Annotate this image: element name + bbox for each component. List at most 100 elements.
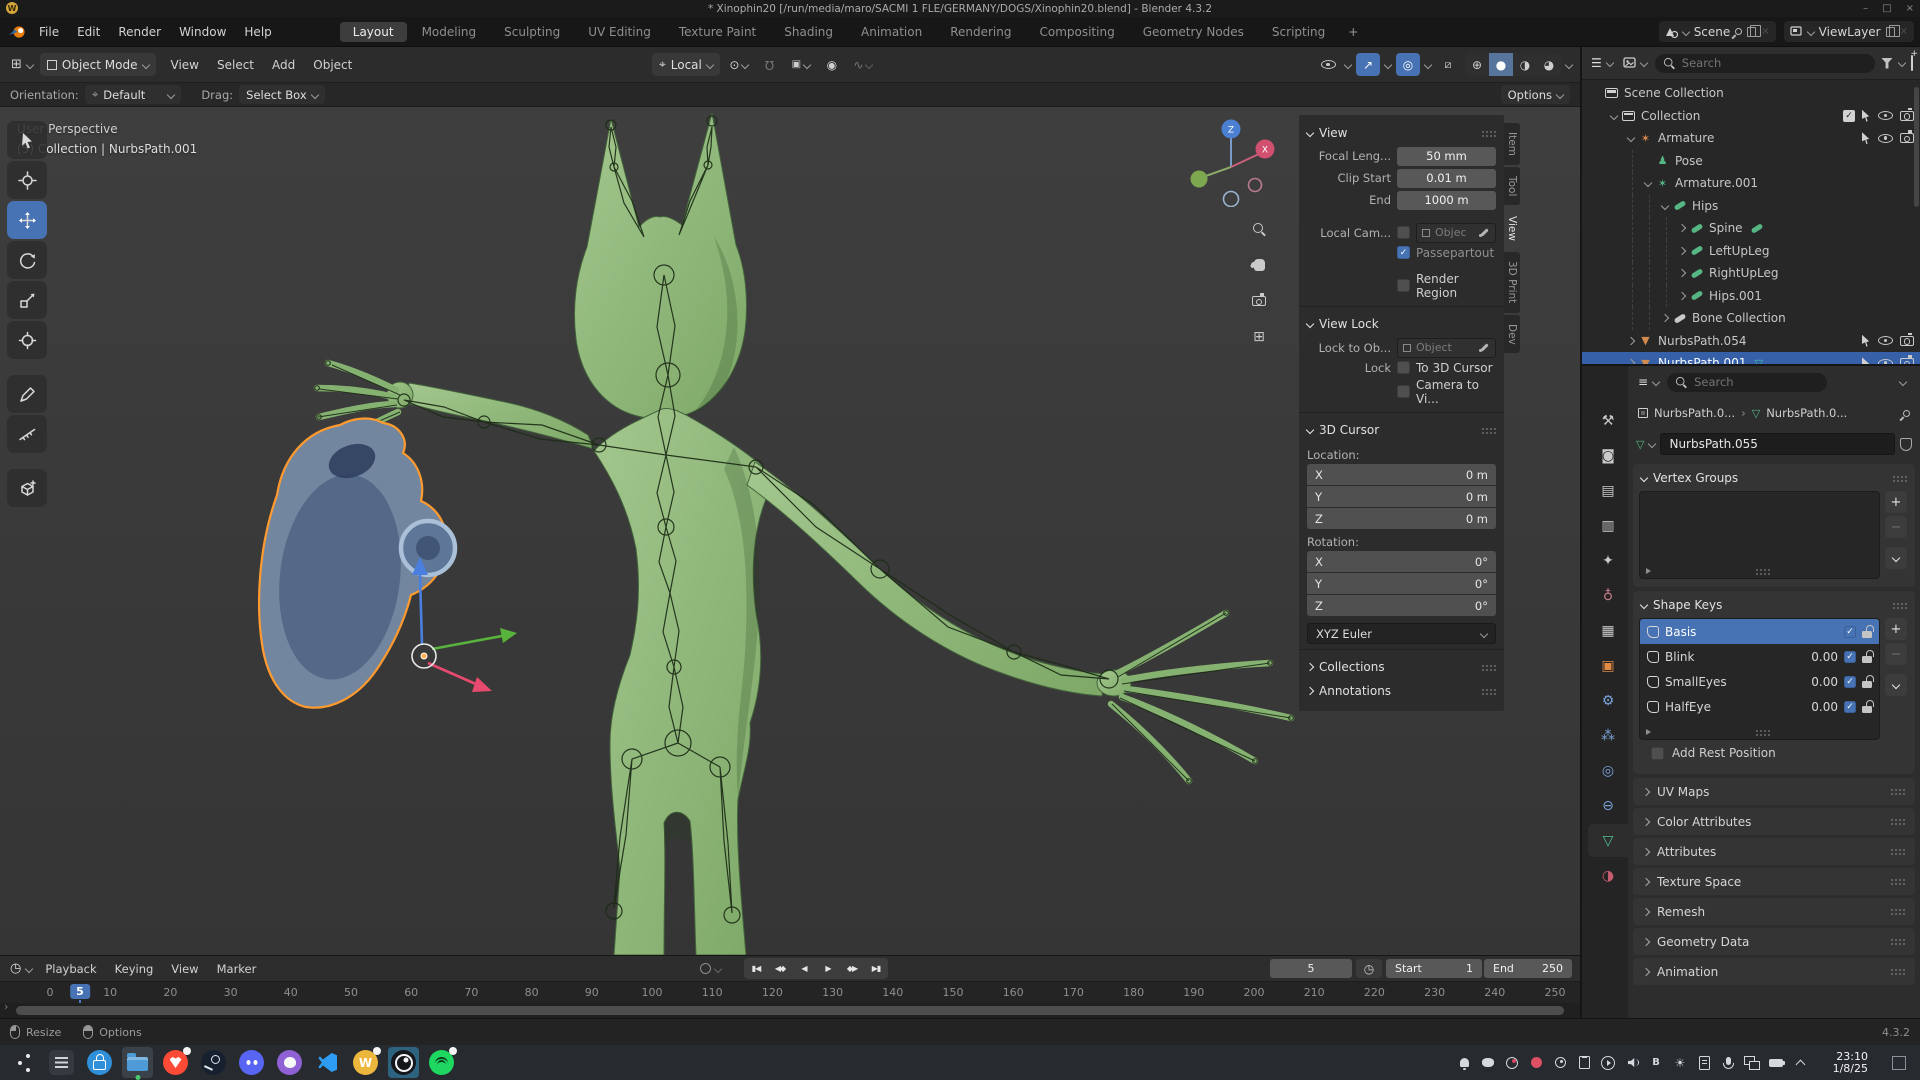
sidebar-tab-dev[interactable]: Dev [1504,315,1520,354]
shape-key-basis[interactable]: Basis [1640,619,1879,644]
timeline-menu-playback[interactable]: Playback [36,956,105,981]
tool-move-button[interactable] [7,201,47,239]
annotations-panel-header[interactable]: Annotations [1299,679,1504,703]
minimize-button[interactable]: – [1863,3,1868,14]
outliner-row-leftupleg[interactable]: LeftUpLeg [1582,240,1920,263]
lock-open-icon[interactable] [1862,706,1872,713]
eye-toggle[interactable] [1878,335,1893,346]
timeline-scrollbar[interactable] [0,1003,1580,1019]
expander-icon[interactable] [1675,270,1689,276]
show-desktop-button[interactable] [1892,1056,1906,1070]
timeline-editor-selector[interactable]: ◷ [6,957,36,980]
eyedropper-icon[interactable] [1479,227,1490,238]
properties-tab-render[interactable]: ◙ [1588,439,1628,472]
tray-notifications-icon[interactable] [1456,1055,1472,1071]
tool-cursor-button[interactable] [7,161,47,199]
workspace-tab-uv-editing[interactable]: UV Editing [575,22,664,42]
cursor-toggle[interactable] [1862,357,1871,364]
pivot-point-selector[interactable]: ⊙ [727,53,751,76]
menu-edit[interactable]: Edit [68,17,109,46]
tool-measure-button[interactable] [7,415,47,453]
list-resize-grip[interactable] [1755,568,1770,575]
cursor-location-z[interactable]: Z0 m [1307,508,1496,529]
menu-window[interactable]: Window [170,17,235,46]
taskbar-app-app-launcher[interactable] [8,1047,39,1078]
panel-grip[interactable] [1481,427,1496,434]
timeline-menu-keying[interactable]: Keying [106,956,163,981]
3d-cursor-panel-header[interactable]: 3D Cursor [1299,418,1504,442]
list-resize-grip[interactable] [1755,729,1770,736]
jump-to-next-keyframe-button[interactable]: ◆▶ [840,958,864,979]
tray-discord-tray-icon[interactable] [1480,1055,1496,1071]
data-name-field[interactable]: NurbsPath.055 [1660,433,1895,455]
outliner-row-bone-collection[interactable]: Bone Collection [1582,307,1920,330]
outliner-row-hips[interactable]: Hips [1582,195,1920,218]
shape-key-enable-checkbox[interactable] [1844,651,1856,663]
properties-tab-material[interactable]: ◑ [1588,859,1628,892]
stopwatch-icon[interactable]: ◷ [1356,959,1382,978]
taskbar-clock[interactable]: 23:10 1/8/25 [1833,1051,1868,1075]
taskbar-app-software-store[interactable] [84,1047,115,1078]
pan-hand-icon[interactable] [1247,253,1271,277]
current-frame-badge[interactable]: 5 [70,984,90,999]
outliner-row-pose[interactable]: ♟Pose [1582,150,1920,173]
view-layer-selector[interactable]: ViewLayer × [1784,21,1914,42]
outliner-row-armature[interactable]: ✶Armature [1582,127,1920,150]
current-frame-field[interactable]: 5 [1270,959,1352,978]
shape-key-enable-checkbox[interactable] [1844,701,1856,713]
properties-tab-constraints[interactable]: ⊖ [1588,789,1628,822]
workspace-tab-shading[interactable]: Shading [771,22,846,42]
overlays-toggle[interactable]: ◎ [1396,53,1420,76]
mode-selector[interactable]: Object Mode [40,53,156,76]
expander-icon[interactable] [1624,338,1638,344]
pin-icon[interactable] [1734,27,1744,37]
vertex-group-specials-button[interactable] [1885,547,1907,569]
snap-target-selector[interactable]: ▣ [789,53,813,76]
camera-toggle[interactable] [1900,111,1914,121]
panel-uv-maps[interactable]: UV Maps [1633,778,1915,805]
outliner-row-scene-collection[interactable]: Scene Collection [1582,82,1920,105]
scene-selector[interactable]: Scene × [1659,21,1776,42]
properties-search-input[interactable]: Search [1667,373,1827,392]
vertex-groups-list[interactable] [1639,491,1880,579]
eye-toggle[interactable] [1878,133,1893,144]
view-panel-header[interactable]: View [1299,121,1504,145]
local-camera-object-field[interactable]: Objec [1416,223,1496,243]
tray-volume-icon[interactable] [1624,1055,1640,1071]
remove-view-layer-icon[interactable]: × [1900,26,1908,37]
tool-transform-button[interactable] [7,321,47,359]
filter-dropdown[interactable] [1898,59,1906,67]
taskbar-app-spotify[interactable] [426,1047,457,1078]
view-lock-panel-header[interactable]: View Lock [1299,312,1504,336]
viewport-menu-view[interactable]: View [162,47,208,82]
camera-view-icon[interactable] [1247,289,1271,313]
lock-open-icon[interactable] [1862,631,1872,638]
panel-grip[interactable] [1892,602,1907,609]
clip-start-field[interactable]: 0.01 m [1397,169,1496,188]
expander-icon[interactable] [1675,248,1689,254]
shape-key-enable-checkbox[interactable] [1844,676,1856,688]
panel-grip[interactable] [1890,908,1905,915]
render-region-checkbox[interactable] [1397,279,1410,292]
properties-tab-output[interactable]: ▤ [1588,474,1628,507]
outliner-display-mode[interactable] [1621,52,1649,75]
shape-key-value[interactable]: 0.00 [1804,650,1838,664]
vertex-groups-header[interactable]: Vertex Groups [1639,468,1909,488]
outliner-row-collection[interactable]: Collection [1582,105,1920,128]
outliner-row-spine[interactable]: Spine [1582,217,1920,240]
eye-toggle[interactable] [1878,110,1893,121]
properties-tab-scene[interactable]: ✦ [1588,544,1628,577]
add-rest-position-checkbox[interactable] [1651,747,1664,760]
taskbar-app-file-manager[interactable] [122,1047,153,1078]
panel-grip[interactable] [1890,818,1905,825]
workspace-tab-compositing[interactable]: Compositing [1026,22,1127,42]
menu-help[interactable]: Help [235,17,280,46]
new-scene-icon[interactable] [1747,27,1756,37]
menu-render[interactable]: Render [109,17,170,46]
panel-remesh[interactable]: Remesh [1633,898,1915,925]
tool-tweak-select-button[interactable] [7,121,47,159]
orientation-dropdown[interactable]: ⌖ Default [85,85,182,104]
cursor-location-y[interactable]: Y0 m [1307,486,1496,507]
shading-rendered-button[interactable]: ◕ [1537,53,1561,76]
unlink-scene-icon[interactable]: × [1761,26,1769,37]
